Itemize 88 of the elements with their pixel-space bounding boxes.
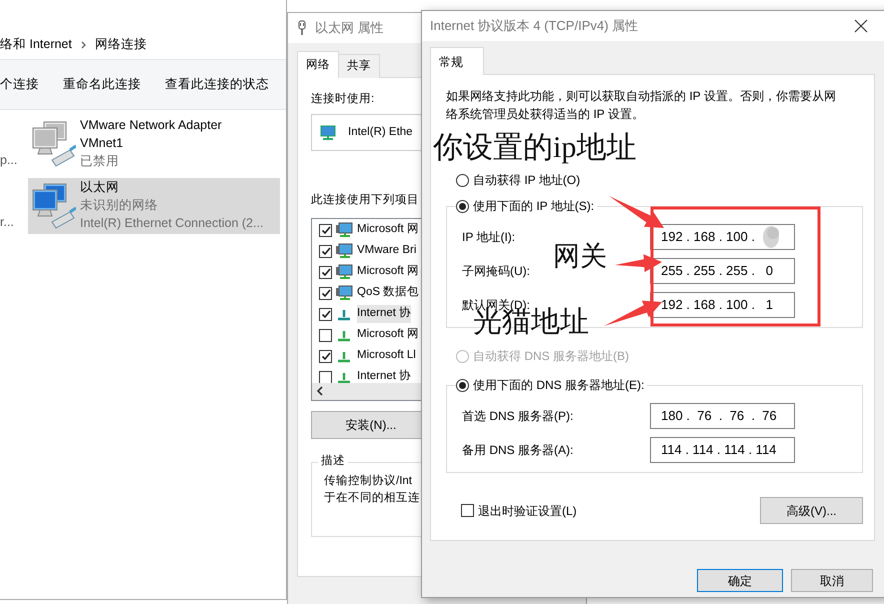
list-item[interactable]: Internet 协 [357, 305, 412, 323]
list-item[interactable]: VMware Bri [357, 242, 416, 260]
window-title: 以太网 属性 [315, 19, 384, 38]
list-item[interactable]: QoS 数据包 [357, 284, 420, 302]
connection-name: VMware Network Adapter VMnet1 [80, 117, 223, 152]
close-icon[interactable] [854, 19, 868, 33]
check-icon [320, 267, 330, 277]
radio-button[interactable] [456, 200, 469, 212]
toolbar-command[interactable]: 个连接 [0, 75, 39, 94]
arrow [609, 196, 664, 228]
advanced-button[interactable]: 高级(V)... [760, 497, 863, 524]
checkbox[interactable] [319, 224, 332, 236]
tab[interactable]: 网络 [297, 50, 339, 78]
scroll-left-icon[interactable] [316, 386, 324, 396]
network-icon [320, 124, 336, 141]
checkbox[interactable] [319, 350, 332, 362]
tab[interactable]: 共享 [338, 54, 380, 78]
item-label: p... [0, 152, 18, 170]
check-icon [320, 246, 330, 256]
field-value: 180 . 76 . 76 . 76 [661, 407, 777, 426]
ip-address-field[interactable]: 192 . 168 . 100 . [650, 224, 795, 250]
radio-label: 自动获得 DNS 服务器地址(B) [473, 348, 629, 365]
checkbox[interactable] [319, 244, 332, 258]
breadcrumb-item[interactable]: 络和 Internet [0, 35, 72, 54]
check-icon [320, 288, 330, 298]
ok-button[interactable]: 确定 [697, 569, 783, 592]
description-text: 于在不同的相互连 [324, 490, 420, 506]
checkbox[interactable] [319, 370, 332, 384]
network-service-icon [336, 285, 353, 301]
field-label: 备用 DNS 服务器(A): [462, 443, 574, 457]
plug-icon [297, 20, 307, 36]
check-icon [320, 351, 330, 361]
network-service-icon [336, 264, 353, 280]
breadcrumb-item[interactable]: 网络连接 [94, 35, 147, 54]
checkbox[interactable] [319, 286, 332, 300]
network-adapter-icon [30, 182, 76, 230]
toolbar-command[interactable]: 重命名此连接 [63, 75, 141, 94]
list-item[interactable]: Microsoft 网 [357, 326, 419, 344]
connection-status: 未识别的网络 [80, 197, 158, 214]
field-label: 首选 DNS 服务器(P): [462, 409, 574, 423]
radio-button[interactable] [456, 378, 469, 392]
list-item[interactable]: Microsoft 网 [357, 221, 419, 239]
adapter-name: Intel(R) Ethe [348, 125, 413, 140]
radio-label: 使用下面的 DNS 服务器地址(E): [473, 377, 644, 394]
chevron-icon [80, 40, 87, 48]
ip-address-field[interactable]: 255 . 255 . 255 . 0 [650, 258, 795, 284]
field-label: 子网掩码(U): [462, 264, 530, 278]
list-item[interactable]: Microsoft Ll [357, 347, 416, 365]
toolbar-command[interactable]: 查看此连接的状态 [165, 75, 269, 94]
radio-label: 使用下面的 IP 地址(S): [473, 198, 594, 215]
checkbox[interactable] [461, 504, 474, 517]
ip-address-field[interactable]: 192 . 168 . 100 . 1 [650, 292, 795, 318]
checkbox[interactable] [319, 328, 332, 342]
checkbox[interactable] [319, 308, 332, 320]
annotation-text: 网关 [553, 243, 607, 270]
list-item[interactable]: Internet 协 [357, 368, 412, 386]
field-label: IP 地址(I): [462, 230, 516, 244]
network-adapter-icon [30, 120, 76, 168]
check-icon [320, 309, 330, 319]
list-item[interactable]: Microsoft 网 [357, 263, 419, 281]
ip-address-field[interactable]: 180 . 76 . 76 . 76 [650, 403, 795, 429]
description-text: 传输控制协议/Int [324, 473, 412, 488]
window-title: Internet 协议版本 4 (TCP/IPv4) 属性 [430, 17, 638, 36]
radio-button[interactable] [456, 174, 469, 186]
arrow [615, 254, 662, 272]
cancel-button[interactable]: 取消 [791, 569, 873, 592]
checkbox[interactable] [319, 266, 332, 278]
connection-status: 已禁用 [80, 153, 119, 170]
field-value: 255 . 255 . 255 . 0 [661, 262, 774, 280]
field-value: 114 . 114 . 114 . 114 [661, 441, 776, 460]
item-label: r... [0, 214, 14, 232]
radio-label: 自动获得 IP 地址(O) [473, 172, 580, 189]
checkbox-label: 退出时验证设置(L) [478, 502, 577, 520]
network-service-icon [336, 243, 353, 259]
field-label: 此连接使用下列项目 [311, 192, 419, 208]
field-value: 192 . 168 . 100 . 1 [661, 296, 774, 314]
connection-name: 以太网 [80, 179, 120, 196]
tab[interactable]: 常规 [430, 47, 484, 75]
field-value: 192 . 168 . 100 . [661, 228, 755, 246]
connection-device: Intel(R) Ethernet Connection (2... [80, 215, 264, 232]
annotation-text: 你设置的ip地址 [433, 133, 636, 163]
connection-item[interactable]: 以太网 未识别的网络 Intel(R) Ethernet Connection (2... [28, 178, 280, 234]
arrow [604, 300, 662, 326]
ip-address-field[interactable]: 114 . 114 . 114 . 114 [650, 437, 795, 463]
network-service-icon [336, 222, 353, 238]
field-label: 连接时使用: [311, 92, 374, 107]
check-icon [320, 225, 330, 235]
intro-text: 如果网络支持此功能，则可以获取自动指派的 IP 设置。否则，你需要从网络系统管理员处获得适当的 IP 设置。 [446, 88, 837, 123]
